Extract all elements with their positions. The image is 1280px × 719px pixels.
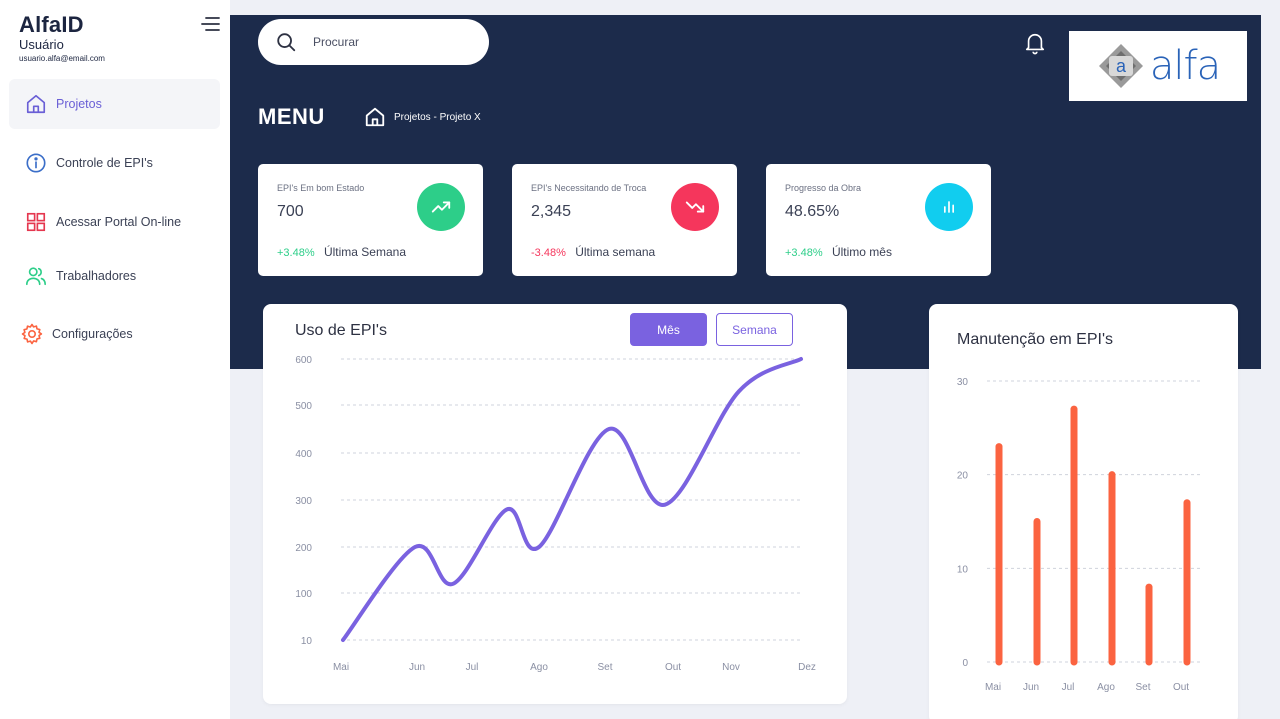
stat-card-progress: Progresso da Obra 48.65% +3.48% Último m… [766,164,991,276]
home-icon [364,105,386,129]
user-name: Usuário [19,37,64,52]
page-title: MENU [258,104,325,129]
y-tick-label: 0 [962,658,968,669]
home-icon [24,92,48,116]
search-icon [275,31,297,53]
maintenance-bar-chart: 30 20 10 0 Mai Jun Jul Ago Set Out [957,377,1200,693]
stat-footer: +3.48% Último mês [785,245,892,259]
stat-footer: +3.48% Última Semana [277,245,406,259]
menu-toggle-icon[interactable] [200,15,222,33]
x-tick-label: Jul [1062,682,1075,693]
gear-icon [20,322,44,346]
maintenance-chart-card: Manutenção em EPI's 30 20 10 0 Mai Jun Jul Ago S… [929,304,1238,719]
stat-delta: +3.48% [277,247,315,259]
x-tick-label: Ago [530,662,548,673]
stat-value: 700 [277,203,304,220]
x-tick-label: Jun [1023,682,1039,693]
search-bar[interactable] [258,19,489,65]
info-icon [24,151,48,175]
sidebar-item-label: Trabalhadores [56,269,137,283]
brand-title: AlfaID [19,12,84,37]
trending-up-icon [417,183,465,231]
sidebar: AlfaID Usuário usuario.alfa@email.com Pr… [0,0,230,719]
sidebar-item-label: Projetos [56,97,102,111]
sidebar-item-controle-epis[interactable]: Controle de EPI's [9,138,220,188]
breadcrumb[interactable]: Projetos - Projeto X [364,105,481,129]
stat-delta: -3.48% [531,247,566,259]
x-tick-label: Set [1135,682,1150,693]
usage-chart-card: Uso de EPI's Mês Semana 600 500 400 300 200 1… [263,304,847,704]
stat-label: EPI's Necessitando de Troca [531,183,647,193]
usage-line-chart: 600 500 400 300 200 100 10 Mai Jun Jul Ago Set Out No… [295,355,816,673]
stat-period: Última semana [575,245,656,259]
y-tick-label: 10 [957,564,969,575]
x-tick-label: Jul [466,662,479,673]
trending-down-icon [671,183,719,231]
sidebar-item-trabalhadores[interactable]: Trabalhadores [9,251,220,301]
sidebar-item-label: Configurações [52,327,133,341]
x-tick-label: Set [597,662,612,673]
stat-value: 48.65% [785,203,840,220]
x-tick-label: Mai [333,662,349,673]
x-tick-label: Out [665,662,681,673]
sidebar-item-portal-online[interactable]: Acessar Portal On-line [9,197,220,247]
stat-period: Última Semana [323,245,406,259]
x-tick-label: Mai [985,682,1001,693]
y-tick-label: 600 [295,355,312,366]
y-tick-label: 300 [295,496,312,507]
y-tick-label: 30 [957,377,969,388]
stat-value: 2,345 [531,203,572,220]
y-tick-label: 20 [957,471,969,482]
stat-label: Progresso da Obra [785,183,862,193]
bar-chart-icon [925,183,973,231]
x-tick-label: Jun [409,662,425,673]
y-tick-label: 200 [295,543,312,554]
svg-text:a: a [1116,56,1127,76]
sidebar-item-label: Acessar Portal On-line [56,215,182,229]
breadcrumb-text: Projetos - Projeto X [394,111,481,123]
logo-text: alfa [1149,43,1221,89]
stat-card-needs-replacement: EPI's Necessitando de Troca 2,345 -3.48%… [512,164,737,276]
x-tick-label: Ago [1097,682,1115,693]
stat-period: Último mês [831,245,892,259]
stat-footer: -3.48% Última semana [531,245,655,259]
sidebar-item-label: Controle de EPI's [56,156,153,170]
y-tick-label: 400 [295,449,312,460]
x-tick-label: Nov [722,662,740,673]
users-icon [24,264,48,288]
sidebar-item-configuracoes[interactable]: Configurações [9,309,220,359]
y-tick-label: 10 [301,636,313,647]
stat-card-good-condition: EPI's Em bom Estado 700 +3.48% Última Se… [258,164,483,276]
stat-label: EPI's Em bom Estado [277,183,365,193]
grid-icon [24,210,48,234]
company-logo: a alfa [1069,31,1247,101]
sidebar-item-projetos[interactable]: Projetos [9,79,220,129]
y-tick-label: 100 [295,589,312,600]
bell-icon[interactable] [1024,31,1046,55]
search-input[interactable] [313,35,463,49]
x-tick-label: Dez [798,662,816,673]
logo-mark-icon: a [1098,44,1143,88]
user-email: usuario.alfa@email.com [19,54,105,63]
y-tick-label: 500 [295,401,312,412]
x-tick-label: Out [1173,682,1189,693]
stat-delta: +3.48% [785,247,823,259]
